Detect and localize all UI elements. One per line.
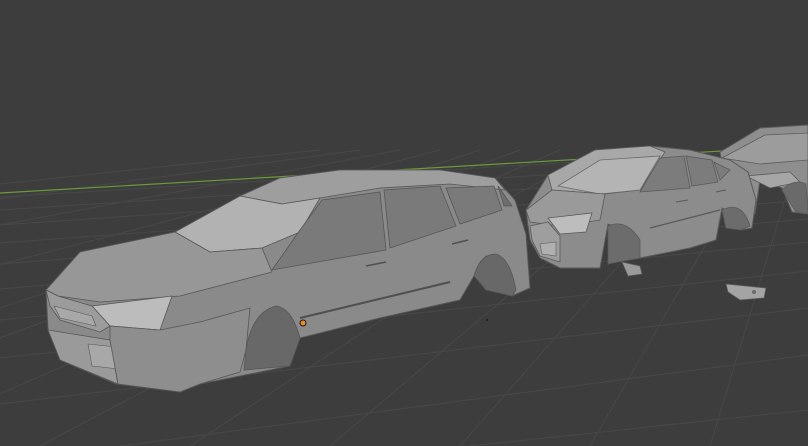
station-wagon[interactable] xyxy=(45,169,531,393)
detached-part-right[interactable] xyxy=(725,283,767,301)
viewport-canvas[interactable] xyxy=(0,0,808,446)
detached-part-small[interactable] xyxy=(621,261,643,277)
object-origin-marker xyxy=(299,319,307,327)
grid-dot xyxy=(486,319,488,321)
sedan[interactable] xyxy=(525,145,757,269)
3d-viewport[interactable] xyxy=(0,0,808,446)
